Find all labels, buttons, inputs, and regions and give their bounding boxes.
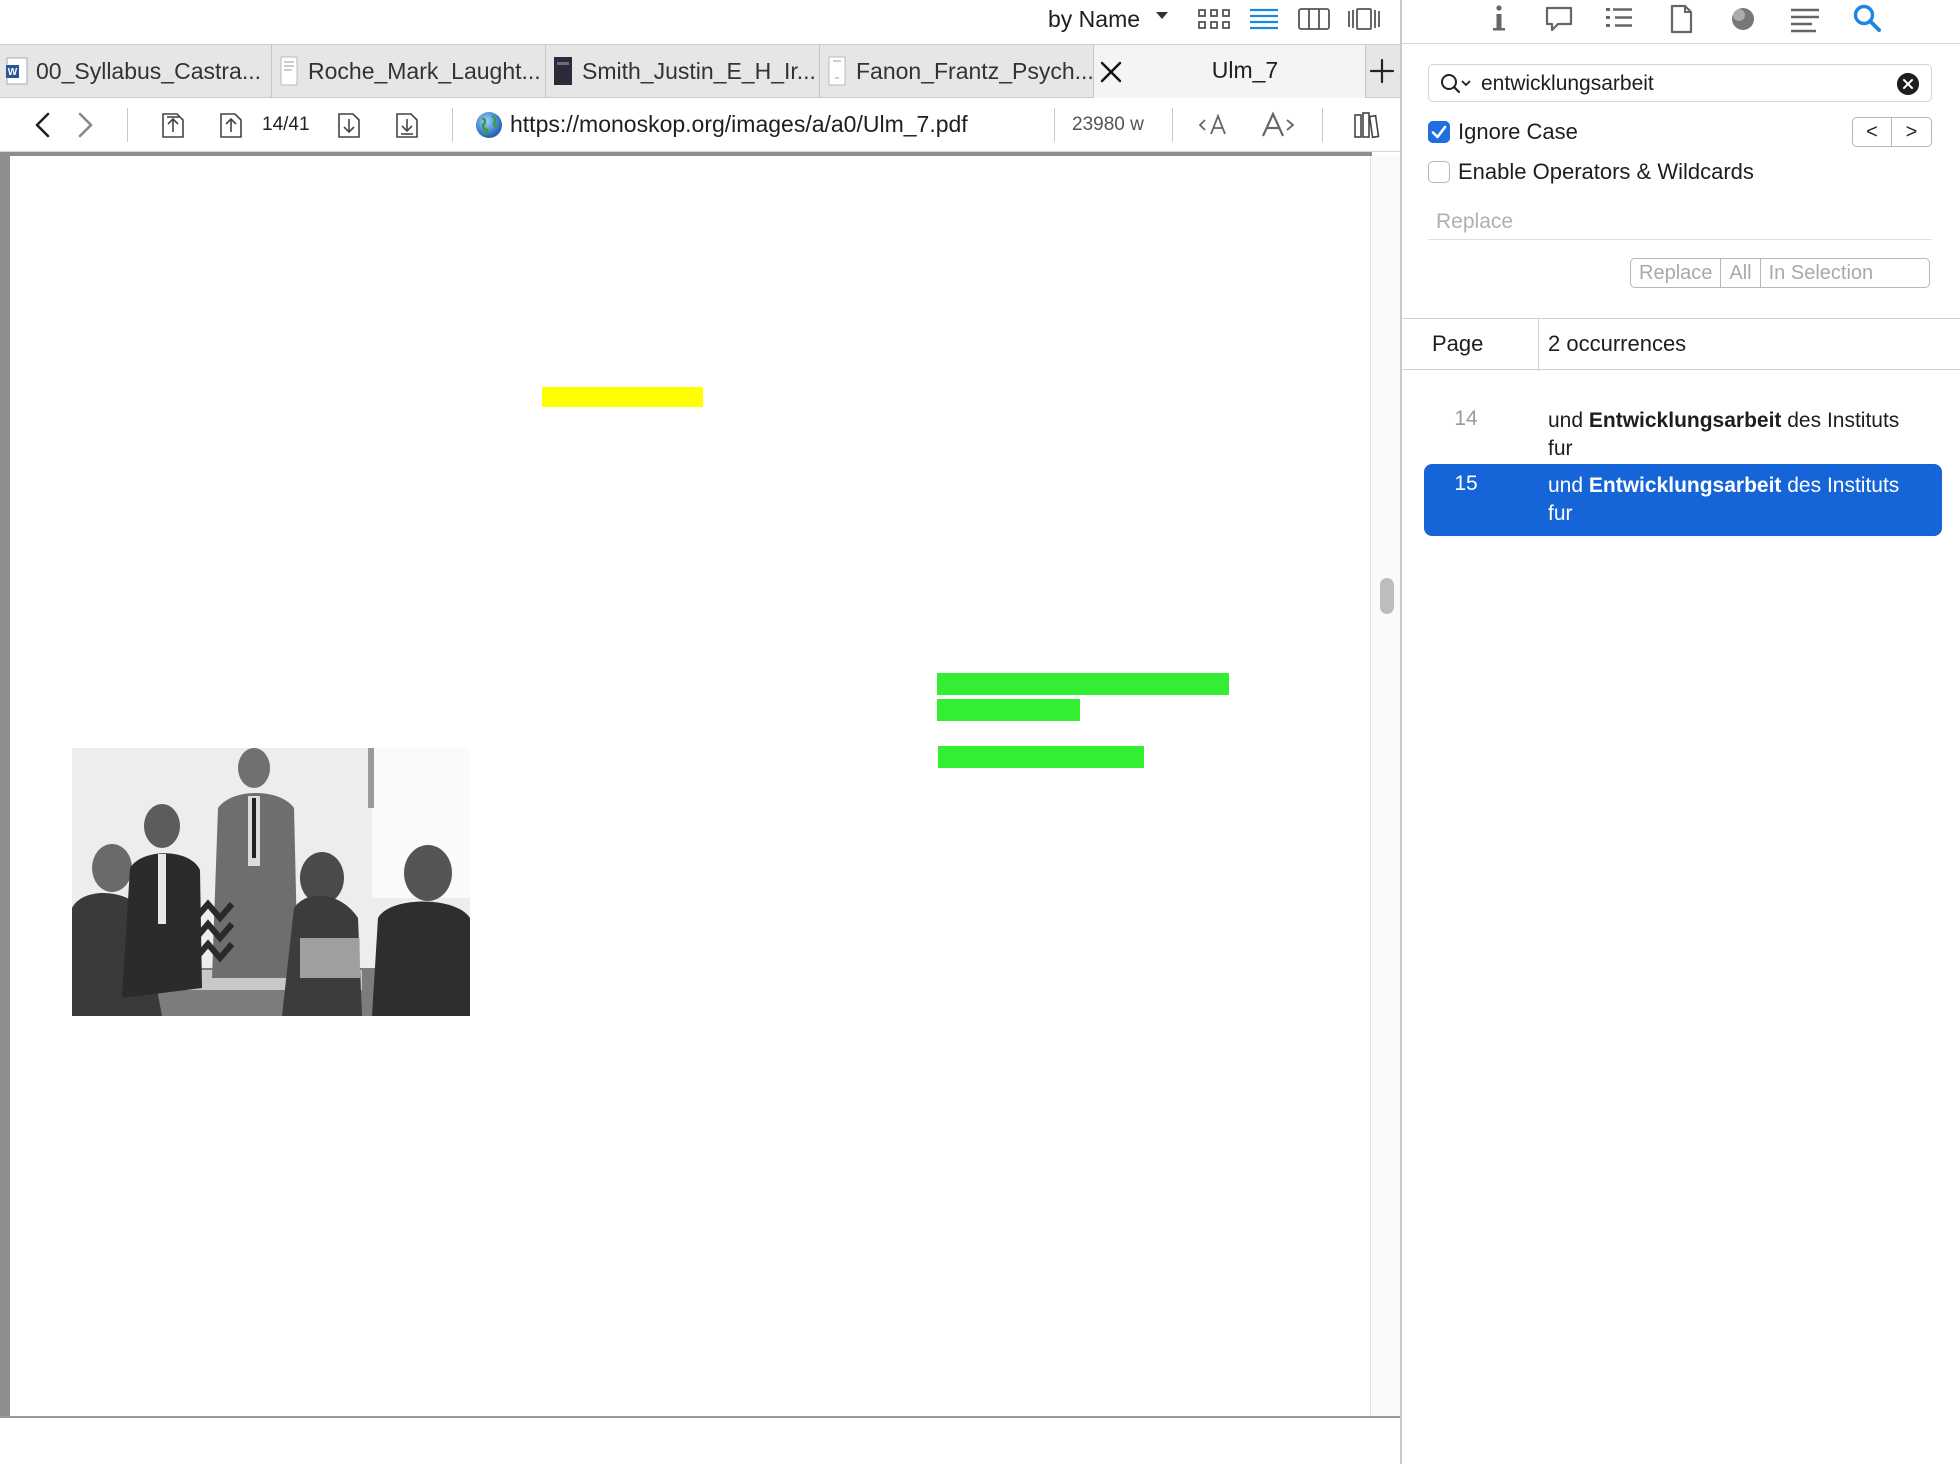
search-result-row-selected[interactable]: 15 und Entwicklungsarbeit des Instituts … [1424,464,1942,536]
library-books-icon[interactable] [1352,110,1382,140]
tab-label: Smith_Justin_E_H_Ir... [582,57,816,84]
replace-field[interactable] [1428,204,1932,240]
tab-smith[interactable]: Smith_Justin_E_H_Ir... [546,45,820,97]
search-field[interactable] [1428,64,1932,102]
top-bar: by Name [0,0,1400,44]
operators-wildcards-checkbox[interactable] [1428,161,1450,183]
vertical-scrollbar[interactable] [1370,156,1400,1416]
dark-book-icon [554,57,572,85]
back-chevron-icon[interactable] [28,110,58,140]
outline-list-icon[interactable] [1602,2,1636,36]
sort-by-name-menu[interactable]: by Name [1048,4,1140,34]
active-tab-label: Ulm_7 [1211,57,1279,83]
page-top-edge [0,152,1372,156]
toolbar-separator [452,108,453,142]
search-tab-icon[interactable] [1850,2,1884,36]
ignore-case-checkbox[interactable] [1428,121,1450,143]
tab-fanon[interactable]: Fanon_Frantz_Psych... [820,45,1094,97]
document-url[interactable]: https://monoskop.org/images/a/a0/Ulm_7.p… [510,111,968,138]
replace-button[interactable]: Replace [1631,259,1722,287]
column-divider [1538,319,1539,371]
search-highlight[interactable] [542,387,703,407]
svg-text:W: W [8,67,18,78]
replace-button-group: Replace All In Selection [1630,258,1930,288]
search-result-row[interactable]: 14 und Entwicklungsarbeit des Instituts … [1424,399,1942,471]
text-lines-icon[interactable] [1788,2,1822,36]
tab-label: Fanon_Frantz_Psych... [856,57,1093,84]
decrease-font-icon[interactable] [1198,110,1234,140]
search-input[interactable] [1481,70,1881,98]
pdf-thumb-icon [828,56,846,86]
document-photo [72,748,470,1016]
operators-wildcards-label: Enable Operators & Wildcards [1458,159,1754,184]
info-icon[interactable] [1482,2,1516,36]
previous-result-button[interactable]: < [1853,118,1892,146]
next-result-button[interactable]: > [1892,118,1931,146]
toolbar-separator [1054,108,1055,142]
replace-all-button[interactable]: All [1721,259,1761,287]
scrollbar-thumb[interactable] [1380,578,1394,614]
first-page-icon[interactable] [158,110,188,140]
last-page-icon[interactable] [392,110,422,140]
result-navigation: < > [1852,117,1932,147]
snippet-match: Entwicklungsarbeit [1588,409,1782,432]
page-thumbnail-icon[interactable] [1664,2,1698,36]
result-page-number: 15 [1454,472,1478,495]
tab-roche[interactable]: Roche_Mark_Laught... [272,45,546,97]
ignore-case-label: Ignore Case [1458,119,1578,144]
increase-font-icon[interactable] [1258,110,1296,140]
close-tab-icon[interactable] [1098,59,1124,85]
grid-view-icon[interactable] [1196,6,1232,32]
occurrences-count: 2 occurrences [1548,331,1687,356]
snippet-match: Entwicklungsarbeit [1588,474,1782,497]
tab-syllabus[interactable]: W 00_Syllabus_Castra... [0,45,272,97]
search-options-icon[interactable] [1439,71,1473,97]
new-tab-plus-icon[interactable] [1368,57,1396,85]
annotation-highlight[interactable] [937,699,1080,721]
forward-chevron-icon[interactable] [70,110,100,140]
pdf-thumb-icon [280,56,298,86]
toolbar-separator [1322,108,1323,142]
result-snippet: und Entwicklungsarbeit des Instituts fur [1548,472,1928,528]
sort-dropdown-arrow-icon[interactable] [1156,12,1168,19]
replace-in-selection-button[interactable]: In Selection [1761,259,1882,287]
previous-page-icon[interactable] [216,110,246,140]
cover-flow-view-icon[interactable] [1346,6,1382,32]
comment-icon[interactable] [1542,2,1576,36]
document-tab-bar: W 00_Syllabus_Castra... Roche_Mark_Laugh… [0,44,1400,98]
snippet-before: und [1548,474,1589,497]
column-view-icon[interactable] [1296,6,1332,32]
annotations-circle-icon[interactable] [1726,2,1760,36]
globe-icon [476,112,502,138]
search-sidebar: Ignore Case Enable Operators & Wildcards… [1400,0,1960,1464]
annotation-highlight[interactable] [937,673,1229,695]
result-page-number: 14 [1454,407,1478,430]
clear-search-icon[interactable] [1897,73,1919,95]
snippet-before: und [1548,409,1589,432]
word-doc-icon: W [6,57,28,85]
results-header: Page 2 occurrences [1402,318,1960,371]
status-bar-divider [0,1416,1400,1418]
toolbar-separator [127,108,128,142]
page-indicator: 14/41 [262,114,310,135]
replace-input[interactable] [1436,208,1916,236]
tab-label: 00_Syllabus_Castra... [36,57,262,84]
page-column-header[interactable]: Page [1432,331,1483,357]
result-snippet: und Entwicklungsarbeit des Instituts fur [1548,407,1928,463]
word-count: 23980 w [1072,114,1144,135]
page-left-edge [0,152,10,1416]
next-page-icon[interactable] [334,110,364,140]
document-toolbar: 14/41 https://monoskop.org/images/a/a0/U… [0,98,1400,152]
tab-label: Roche_Mark_Laught... [308,57,541,84]
annotation-highlight[interactable] [938,746,1144,768]
inspector-tab-bar [1402,0,1960,44]
list-view-icon[interactable] [1246,6,1282,32]
toolbar-separator [1172,108,1173,142]
